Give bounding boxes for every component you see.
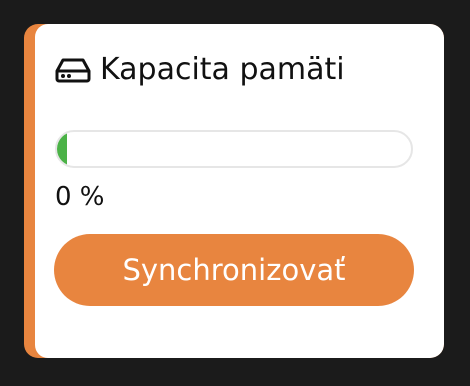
storage-card-body: Kapacita pamäti 0 % Synchronizovať: [35, 24, 444, 358]
card-header: Kapacita pamäti: [54, 50, 345, 90]
card-title: Kapacita pamäti: [100, 52, 345, 87]
storage-card: Kapacita pamäti 0 % Synchronizovať: [24, 24, 444, 358]
storage-percent: 0 %: [55, 182, 105, 212]
hard-drive-icon: [54, 57, 92, 83]
storage-progress-bar: [55, 130, 413, 168]
sync-button[interactable]: Synchronizovať: [54, 234, 414, 306]
storage-progress-fill: [57, 132, 67, 166]
